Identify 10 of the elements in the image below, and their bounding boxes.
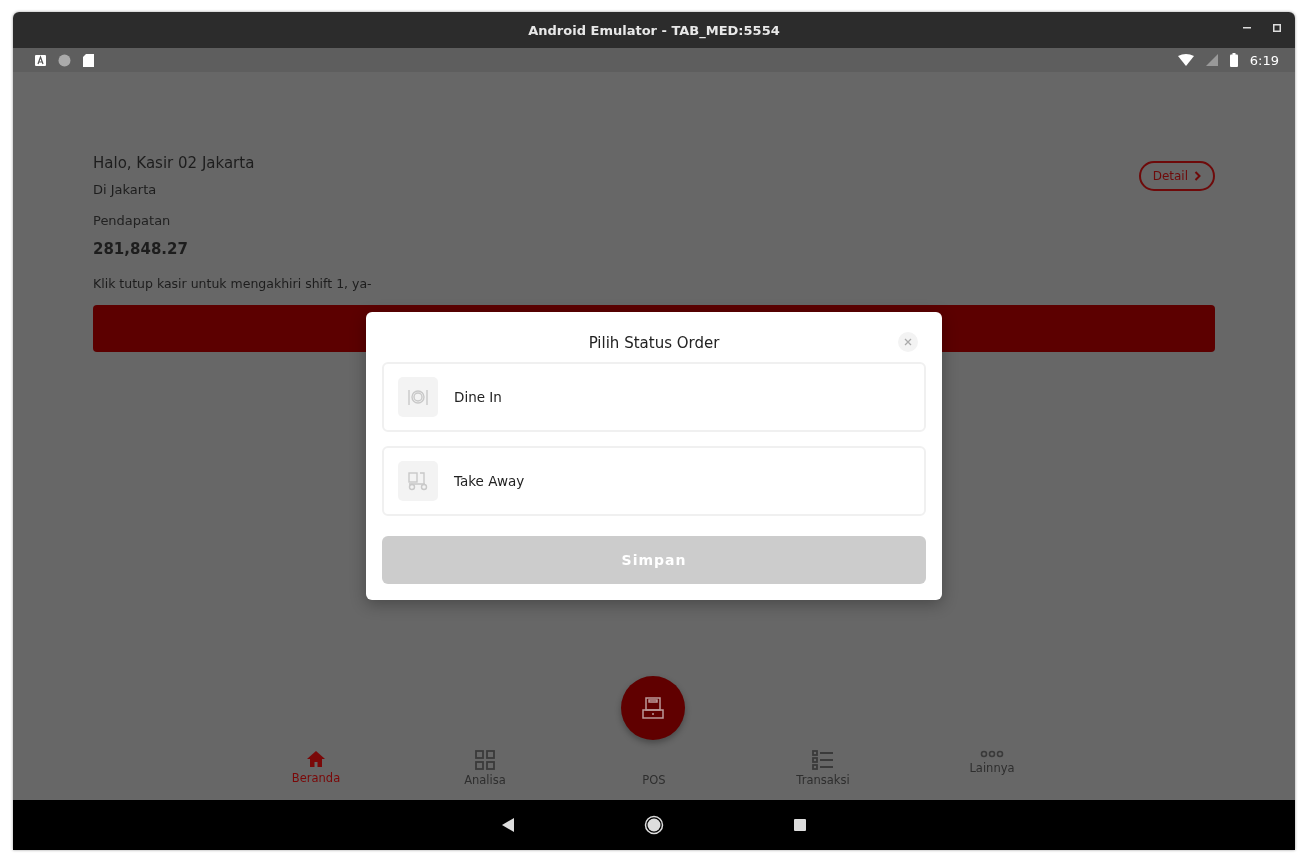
option-label: Take Away [454,473,525,489]
dialog-title: Pilih Status Order [588,334,720,352]
revenue-label: Pendapatan [93,213,172,228]
clock-time: 6:19 [1249,52,1279,68]
shift-note: Klik tutup kasir untuk mengakhiri shift 1, ya- [93,276,373,291]
option-label: Dine In [454,389,502,405]
window-title: Android Emulator - TAB_MED:5554 [528,22,780,38]
revenue-amount: 281,848.27 [93,240,189,258]
greeting-text: Halo, Kasir 02 Jakarta [93,154,255,172]
location-text: Di Jakarta [93,182,158,197]
